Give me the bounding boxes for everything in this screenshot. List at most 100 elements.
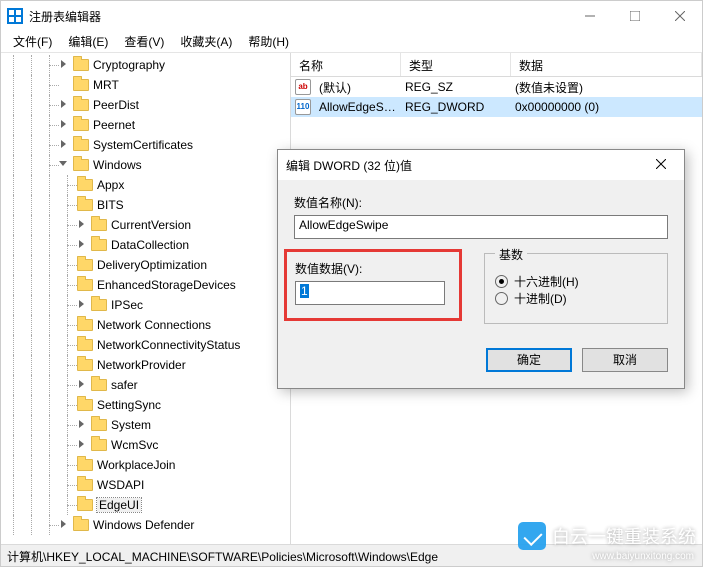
tree-label: MRT (93, 78, 119, 92)
menu-file[interactable]: 文件(F) (7, 31, 58, 52)
minimize-button[interactable] (567, 1, 612, 31)
annotation-highlight: 数值数据(V): 1 (284, 249, 462, 321)
dialog-close-button[interactable] (646, 158, 676, 172)
tree-item[interactable]: DataCollection (5, 235, 290, 255)
tree-label: DeliveryOptimization (97, 258, 207, 272)
chevron-down-icon[interactable] (59, 159, 71, 171)
chevron-right-icon[interactable] (59, 119, 71, 131)
base-legend: 基数 (495, 246, 527, 263)
cell-name: (默认) (315, 79, 401, 96)
tree-label: Windows Defender (93, 518, 194, 532)
tree-item[interactable]: CurrentVersion (5, 215, 290, 235)
tree-label: WorkplaceJoin (97, 458, 175, 472)
menu-view[interactable]: 查看(V) (118, 31, 170, 52)
chevron-right-icon[interactable] (77, 239, 89, 251)
menu-favorites[interactable]: 收藏夹(A) (174, 31, 238, 52)
tree-item[interactable]: WorkplaceJoin (5, 455, 290, 475)
tree-item[interactable]: EnhancedStorageDevices (5, 275, 290, 295)
tree-item[interactable]: Network Connections (5, 315, 290, 335)
chevron-right-icon[interactable] (59, 59, 71, 71)
col-type[interactable]: 类型 (401, 53, 511, 76)
list-row-selected[interactable]: 110 AllowEdgeSwi... REG_DWORD 0x00000000… (291, 97, 702, 117)
tree-label: SystemCertificates (93, 138, 193, 152)
tree-label: SettingSync (97, 398, 161, 412)
dialog-buttons: 确定 取消 (278, 338, 684, 388)
dialog-titlebar: 编辑 DWORD (32 位)值 (278, 150, 684, 180)
tree-item[interactable]: SystemCertificates (5, 135, 290, 155)
tree-label: NetworkProvider (97, 358, 186, 372)
tree-item[interactable]: System (5, 415, 290, 435)
col-name[interactable]: 名称 (291, 53, 401, 76)
tree-label: EdgeUI (97, 498, 141, 512)
tree-item[interactable]: safer (5, 375, 290, 395)
menubar: 文件(F) 编辑(E) 查看(V) 收藏夹(A) 帮助(H) (1, 31, 702, 53)
tree-item[interactable]: PeerDist (5, 95, 290, 115)
tree-label: IPSec (111, 298, 143, 312)
tree-item[interactable]: Appx (5, 175, 290, 195)
close-button[interactable] (657, 1, 702, 31)
titlebar: 注册表编辑器 (1, 1, 702, 31)
chevron-right-icon[interactable] (77, 219, 89, 231)
folder-icon (77, 339, 93, 351)
menu-help[interactable]: 帮助(H) (242, 31, 295, 52)
tree-item-selected[interactable]: EdgeUI (5, 495, 290, 515)
folder-icon (77, 259, 93, 271)
chevron-right-icon[interactable] (59, 139, 71, 151)
tree-item[interactable]: DeliveryOptimization (5, 255, 290, 275)
chevron-right-icon[interactable] (59, 99, 71, 111)
folder-icon (77, 359, 93, 371)
tree-item[interactable]: WcmSvc (5, 435, 290, 455)
tree-panel[interactable]: Cryptography MRT PeerDist Peernet System… (1, 53, 291, 544)
window-controls (567, 1, 702, 31)
chevron-right-icon[interactable] (77, 299, 89, 311)
tree-item[interactable]: WSDAPI (5, 475, 290, 495)
tree-item[interactable]: NetworkConnectivityStatus (5, 335, 290, 355)
chevron-right-icon[interactable] (77, 379, 89, 391)
folder-icon (77, 399, 93, 411)
chevron-right-icon[interactable] (59, 519, 71, 531)
tree-label: safer (111, 378, 138, 392)
list-row[interactable]: ab (默认) REG_SZ (数值未设置) (291, 77, 702, 97)
folder-icon (91, 439, 107, 451)
tree-label: Windows (93, 158, 142, 172)
menu-edit[interactable]: 编辑(E) (62, 31, 114, 52)
status-path: 计算机\HKEY_LOCAL_MACHINE\SOFTWARE\Policies… (7, 550, 438, 564)
maximize-button[interactable] (612, 1, 657, 31)
cancel-button[interactable]: 取消 (582, 348, 668, 372)
tree-item[interactable]: BITS (5, 195, 290, 215)
tree-label: Peernet (93, 118, 135, 132)
tree-label: EnhancedStorageDevices (97, 278, 236, 292)
ok-button[interactable]: 确定 (486, 348, 572, 372)
string-value-icon: ab (295, 79, 311, 95)
tree-item[interactable]: Cryptography (5, 55, 290, 75)
tree-item[interactable]: Peernet (5, 115, 290, 135)
tree-item[interactable]: NetworkProvider (5, 355, 290, 375)
folder-icon (77, 459, 93, 471)
folder-icon (77, 319, 93, 331)
cell-name: AllowEdgeSwi... (315, 100, 401, 114)
radio-hex-label: 十六进制(H) (514, 273, 579, 290)
list-header: 名称 类型 数据 (291, 53, 702, 77)
tree-label: NetworkConnectivityStatus (97, 338, 240, 352)
tree-item[interactable]: Windows Defender (5, 515, 290, 535)
radio-hex[interactable]: 十六进制(H) (495, 273, 657, 290)
radio-icon (495, 275, 508, 288)
tree-label: BITS (97, 198, 124, 212)
value-data-input[interactable]: 1 (295, 281, 445, 305)
chevron-right-icon[interactable] (77, 419, 89, 431)
tree-item[interactable]: SettingSync (5, 395, 290, 415)
tree-label: Network Connections (97, 318, 211, 332)
tree-item[interactable]: IPSec (5, 295, 290, 315)
col-data[interactable]: 数据 (511, 53, 702, 76)
chevron-right-icon[interactable] (77, 439, 89, 451)
window-title: 注册表编辑器 (29, 8, 567, 25)
app-icon (7, 8, 23, 24)
value-name-input[interactable]: AllowEdgeSwipe (294, 215, 668, 239)
folder-icon (73, 59, 89, 71)
tree-item[interactable]: MRT (5, 75, 290, 95)
radio-dec[interactable]: 十进制(D) (495, 290, 657, 307)
tree-label: System (111, 418, 151, 432)
tree-item[interactable]: Windows (5, 155, 290, 175)
folder-icon (91, 299, 107, 311)
tree-label: WcmSvc (111, 438, 158, 452)
